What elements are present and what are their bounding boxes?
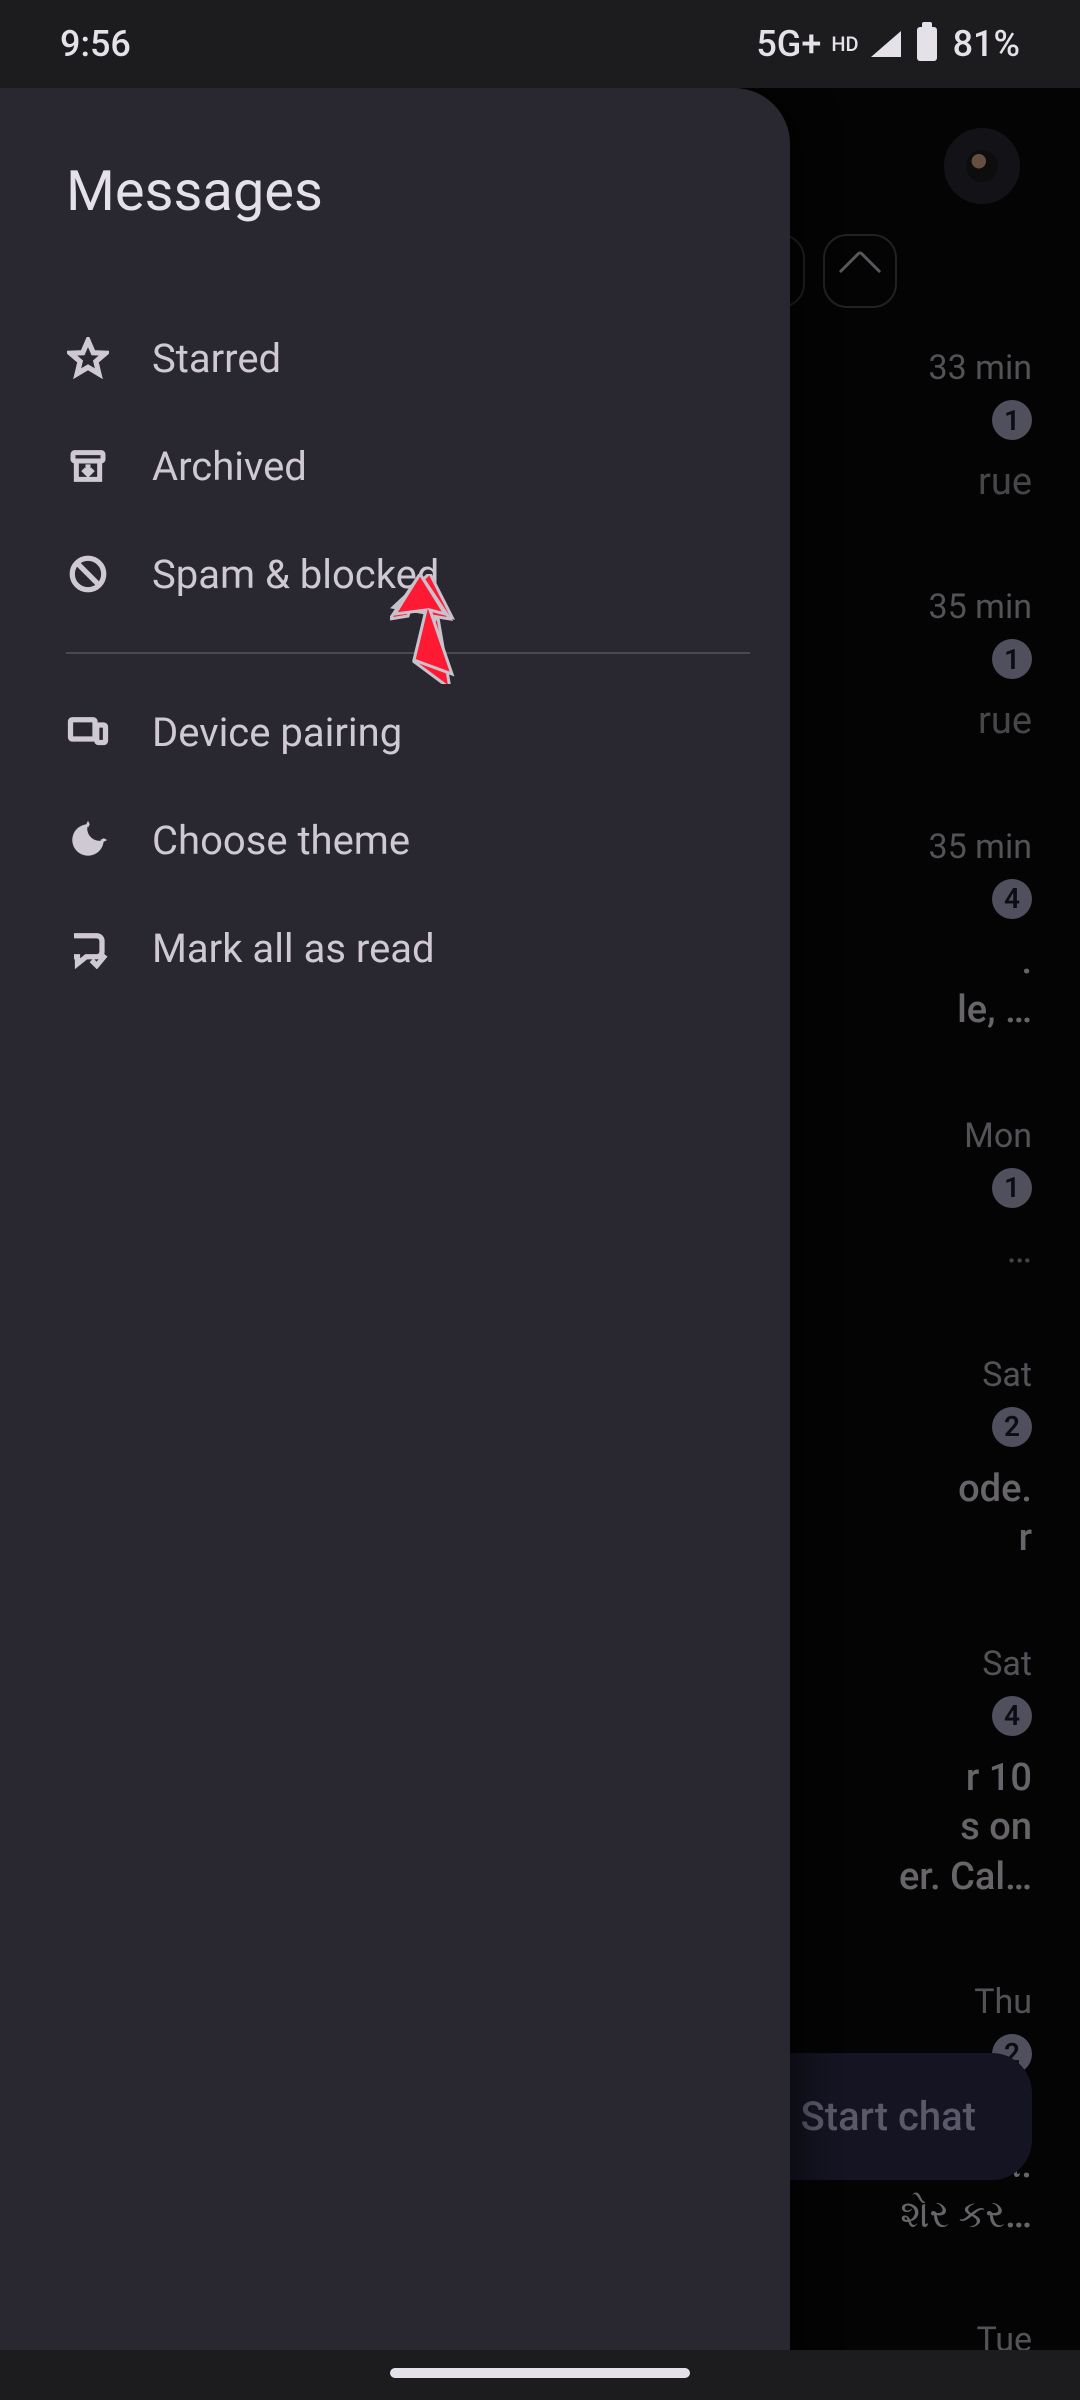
drawer-item-archived[interactable]: Archived: [66, 412, 790, 520]
drawer-item-label: Archived: [152, 443, 307, 490]
archive-icon: [66, 444, 110, 488]
drawer-item-pairing[interactable]: Device pairing: [66, 678, 790, 786]
status-right: 5G+ HD 81%: [756, 23, 1020, 65]
gesture-nav-bar: [0, 2350, 1080, 2400]
navigation-drawer: Messages Starred Archived Spam & blocked…: [0, 88, 790, 2400]
block-icon: [66, 552, 110, 596]
drawer-item-label: Device pairing: [152, 709, 402, 756]
status-time: 9:56: [60, 23, 131, 65]
devices-icon: [66, 710, 110, 754]
battery-icon: [917, 27, 937, 61]
annotation-arrow-icon: [390, 574, 470, 684]
drawer-item-mark-read[interactable]: Mark all as read: [66, 894, 790, 1002]
theme-icon: [66, 818, 110, 862]
mark-read-icon: [66, 926, 110, 970]
drawer-item-label: Mark all as read: [152, 925, 435, 972]
star-icon: [66, 336, 110, 380]
drawer-item-theme[interactable]: Choose theme: [66, 786, 790, 894]
drawer-item-label: Choose theme: [152, 817, 410, 864]
drawer-item-label: Starred: [152, 335, 281, 382]
hd-indicator: HD: [831, 32, 858, 56]
drawer-title: Messages: [66, 158, 790, 224]
drawer-item-starred[interactable]: Starred: [66, 304, 790, 412]
signal-icon: [871, 31, 901, 57]
nav-handle[interactable]: [390, 2368, 690, 2378]
status-bar: 9:56 5G+ HD 81%: [0, 0, 1080, 88]
battery-percent: 81%: [953, 23, 1020, 65]
network-type: 5G+: [756, 23, 821, 65]
